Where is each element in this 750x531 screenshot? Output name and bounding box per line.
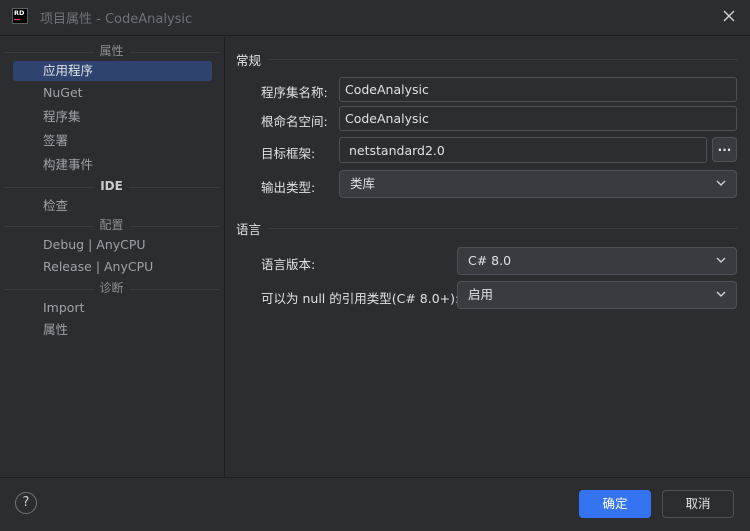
nullable-select[interactable]: 启用 <box>457 281 737 309</box>
title-bar: RD 项目属性 - CodeAnalysic <box>0 0 750 36</box>
nullable-value: 启用 <box>468 287 494 302</box>
section-divider <box>268 59 738 60</box>
section-title-general: 常规 <box>236 53 262 68</box>
output-type-label: 输出类型: <box>261 180 316 195</box>
assembly-name-input[interactable] <box>339 77 737 102</box>
group-header-configurations: 配置 <box>4 218 219 232</box>
root-namespace-input[interactable] <box>339 106 737 131</box>
target-framework-label: 目标框架: <box>261 146 316 161</box>
chevron-down-icon <box>716 291 726 297</box>
sidebar-item-build-events[interactable]: 构建事件 <box>13 155 212 175</box>
sidebar-item-import[interactable]: Import <box>13 298 212 318</box>
section-title-language: 语言 <box>236 222 262 237</box>
group-header-diagnostics: 诊断 <box>4 281 219 295</box>
language-version-label: 语言版本: <box>261 257 316 272</box>
group-header-properties: 属性 <box>4 44 219 58</box>
help-icon[interactable]: ? <box>15 492 37 514</box>
settings-sidebar: 属性 应用程序 NuGet 程序集 签署 构建事件 IDE 检查 配置 Debu… <box>0 37 225 477</box>
language-version-select[interactable]: C# 8.0 <box>457 247 737 275</box>
sidebar-item-application[interactable]: 应用程序 <box>13 61 212 81</box>
sidebar-item-nuget[interactable]: NuGet <box>13 83 212 103</box>
sidebar-item-signing[interactable]: 签署 <box>13 131 212 151</box>
window-title: 项目属性 - CodeAnalysic <box>40 12 193 27</box>
chevron-down-icon <box>716 180 726 186</box>
sidebar-item-inspections[interactable]: 检查 <box>13 196 212 216</box>
root-namespace-label: 根命名空间: <box>261 114 328 129</box>
close-icon[interactable] <box>722 9 736 23</box>
chevron-down-icon <box>716 257 726 263</box>
cancel-button[interactable]: 取消 <box>662 490 734 518</box>
output-type-select[interactable]: 类库 <box>339 170 737 198</box>
nullable-label: 可以为 null 的引用类型(C# 8.0+): <box>261 291 460 306</box>
output-type-value: 类库 <box>350 176 376 191</box>
dialog-footer: ? 确定 取消 <box>0 477 750 531</box>
target-framework-input[interactable] <box>339 137 707 163</box>
language-version-value: C# 8.0 <box>468 253 512 268</box>
section-divider <box>268 228 738 229</box>
rider-logo-icon: RD <box>12 8 28 24</box>
group-header-ide: IDE <box>4 179 219 193</box>
sidebar-item-debug-anycpu[interactable]: Debug | AnyCPU <box>13 235 212 255</box>
sidebar-item-diag-properties[interactable]: 属性 <box>13 320 212 340</box>
settings-content: 常规 程序集名称: 根命名空间: 目标框架: ... 输出类型: 类库 语言 语… <box>226 37 750 477</box>
browse-framework-button[interactable]: ... <box>712 137 737 162</box>
assembly-name-label: 程序集名称: <box>261 85 328 100</box>
sidebar-item-assembly[interactable]: 程序集 <box>13 107 212 127</box>
sidebar-item-release-anycpu[interactable]: Release | AnyCPU <box>13 257 212 277</box>
ok-button[interactable]: 确定 <box>579 490 651 518</box>
